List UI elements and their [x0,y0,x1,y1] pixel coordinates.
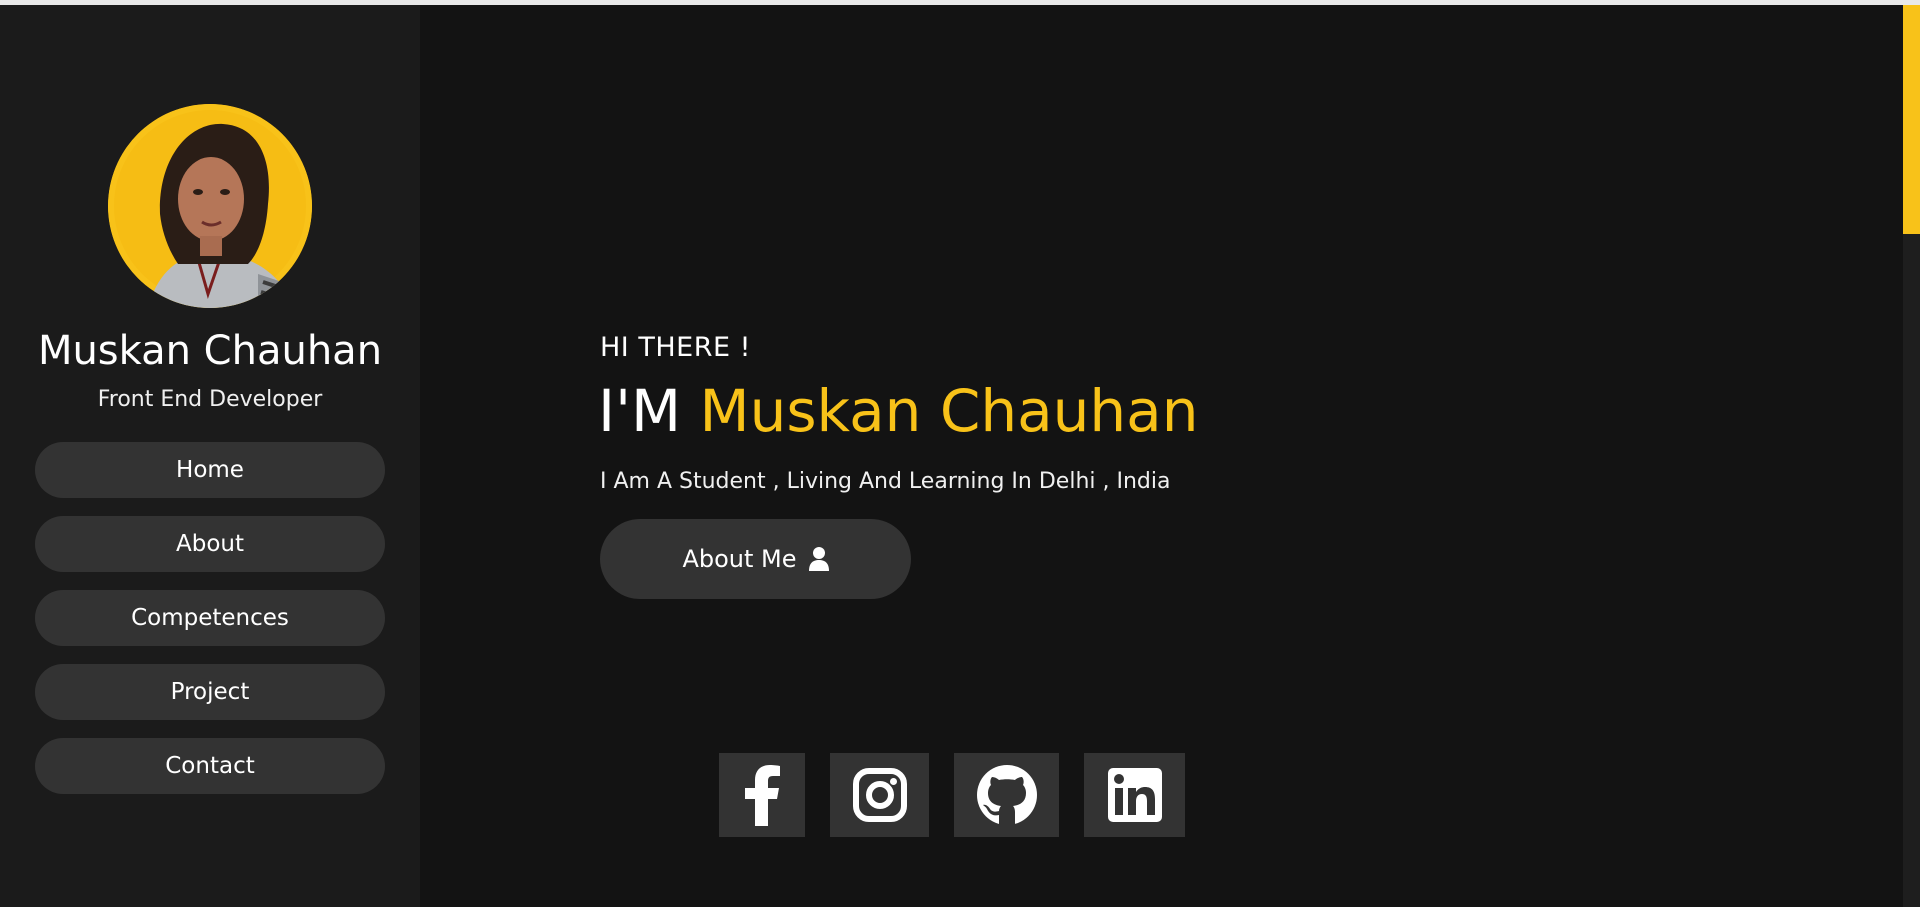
github-link[interactable] [954,753,1059,837]
github-icon [976,765,1037,825]
profile-role: Front End Developer [97,387,323,412]
nav-item-project[interactable]: Project [35,664,385,720]
facebook-icon [742,764,782,826]
hero-greeting: HI THERE ! [600,332,751,363]
instagram-icon [852,768,907,822]
hero-title: I'M Muskan Chauhan [598,375,1198,447]
about-me-button[interactable]: About Me [600,519,911,599]
page: Muskan Chauhan Front End Developer Home … [0,5,1920,907]
sidebar-nav: Home About Competences Project Contact [35,442,385,812]
nav-item-about[interactable]: About [35,516,385,572]
profile-avatar [108,104,312,308]
profile-name: Muskan Chauhan [37,328,383,374]
hero-title-name: Muskan Chauhan [699,377,1199,445]
nav-item-competences[interactable]: Competences [35,590,385,646]
sidebar: Muskan Chauhan Front End Developer Home … [0,5,420,907]
hero-description: I Am A Student , Living And Learning In … [600,469,1171,494]
about-me-button-label: About Me [682,545,797,573]
linkedin-link[interactable] [1084,753,1185,837]
linkedin-icon [1107,768,1162,822]
scrollbar-thumb[interactable] [1903,5,1920,234]
hero-title-prefix: I'M [598,377,682,445]
nav-item-contact[interactable]: Contact [35,738,385,794]
nav-item-home[interactable]: Home [35,442,385,498]
facebook-link[interactable] [719,753,805,837]
instagram-link[interactable] [830,753,929,837]
user-icon [808,547,829,571]
